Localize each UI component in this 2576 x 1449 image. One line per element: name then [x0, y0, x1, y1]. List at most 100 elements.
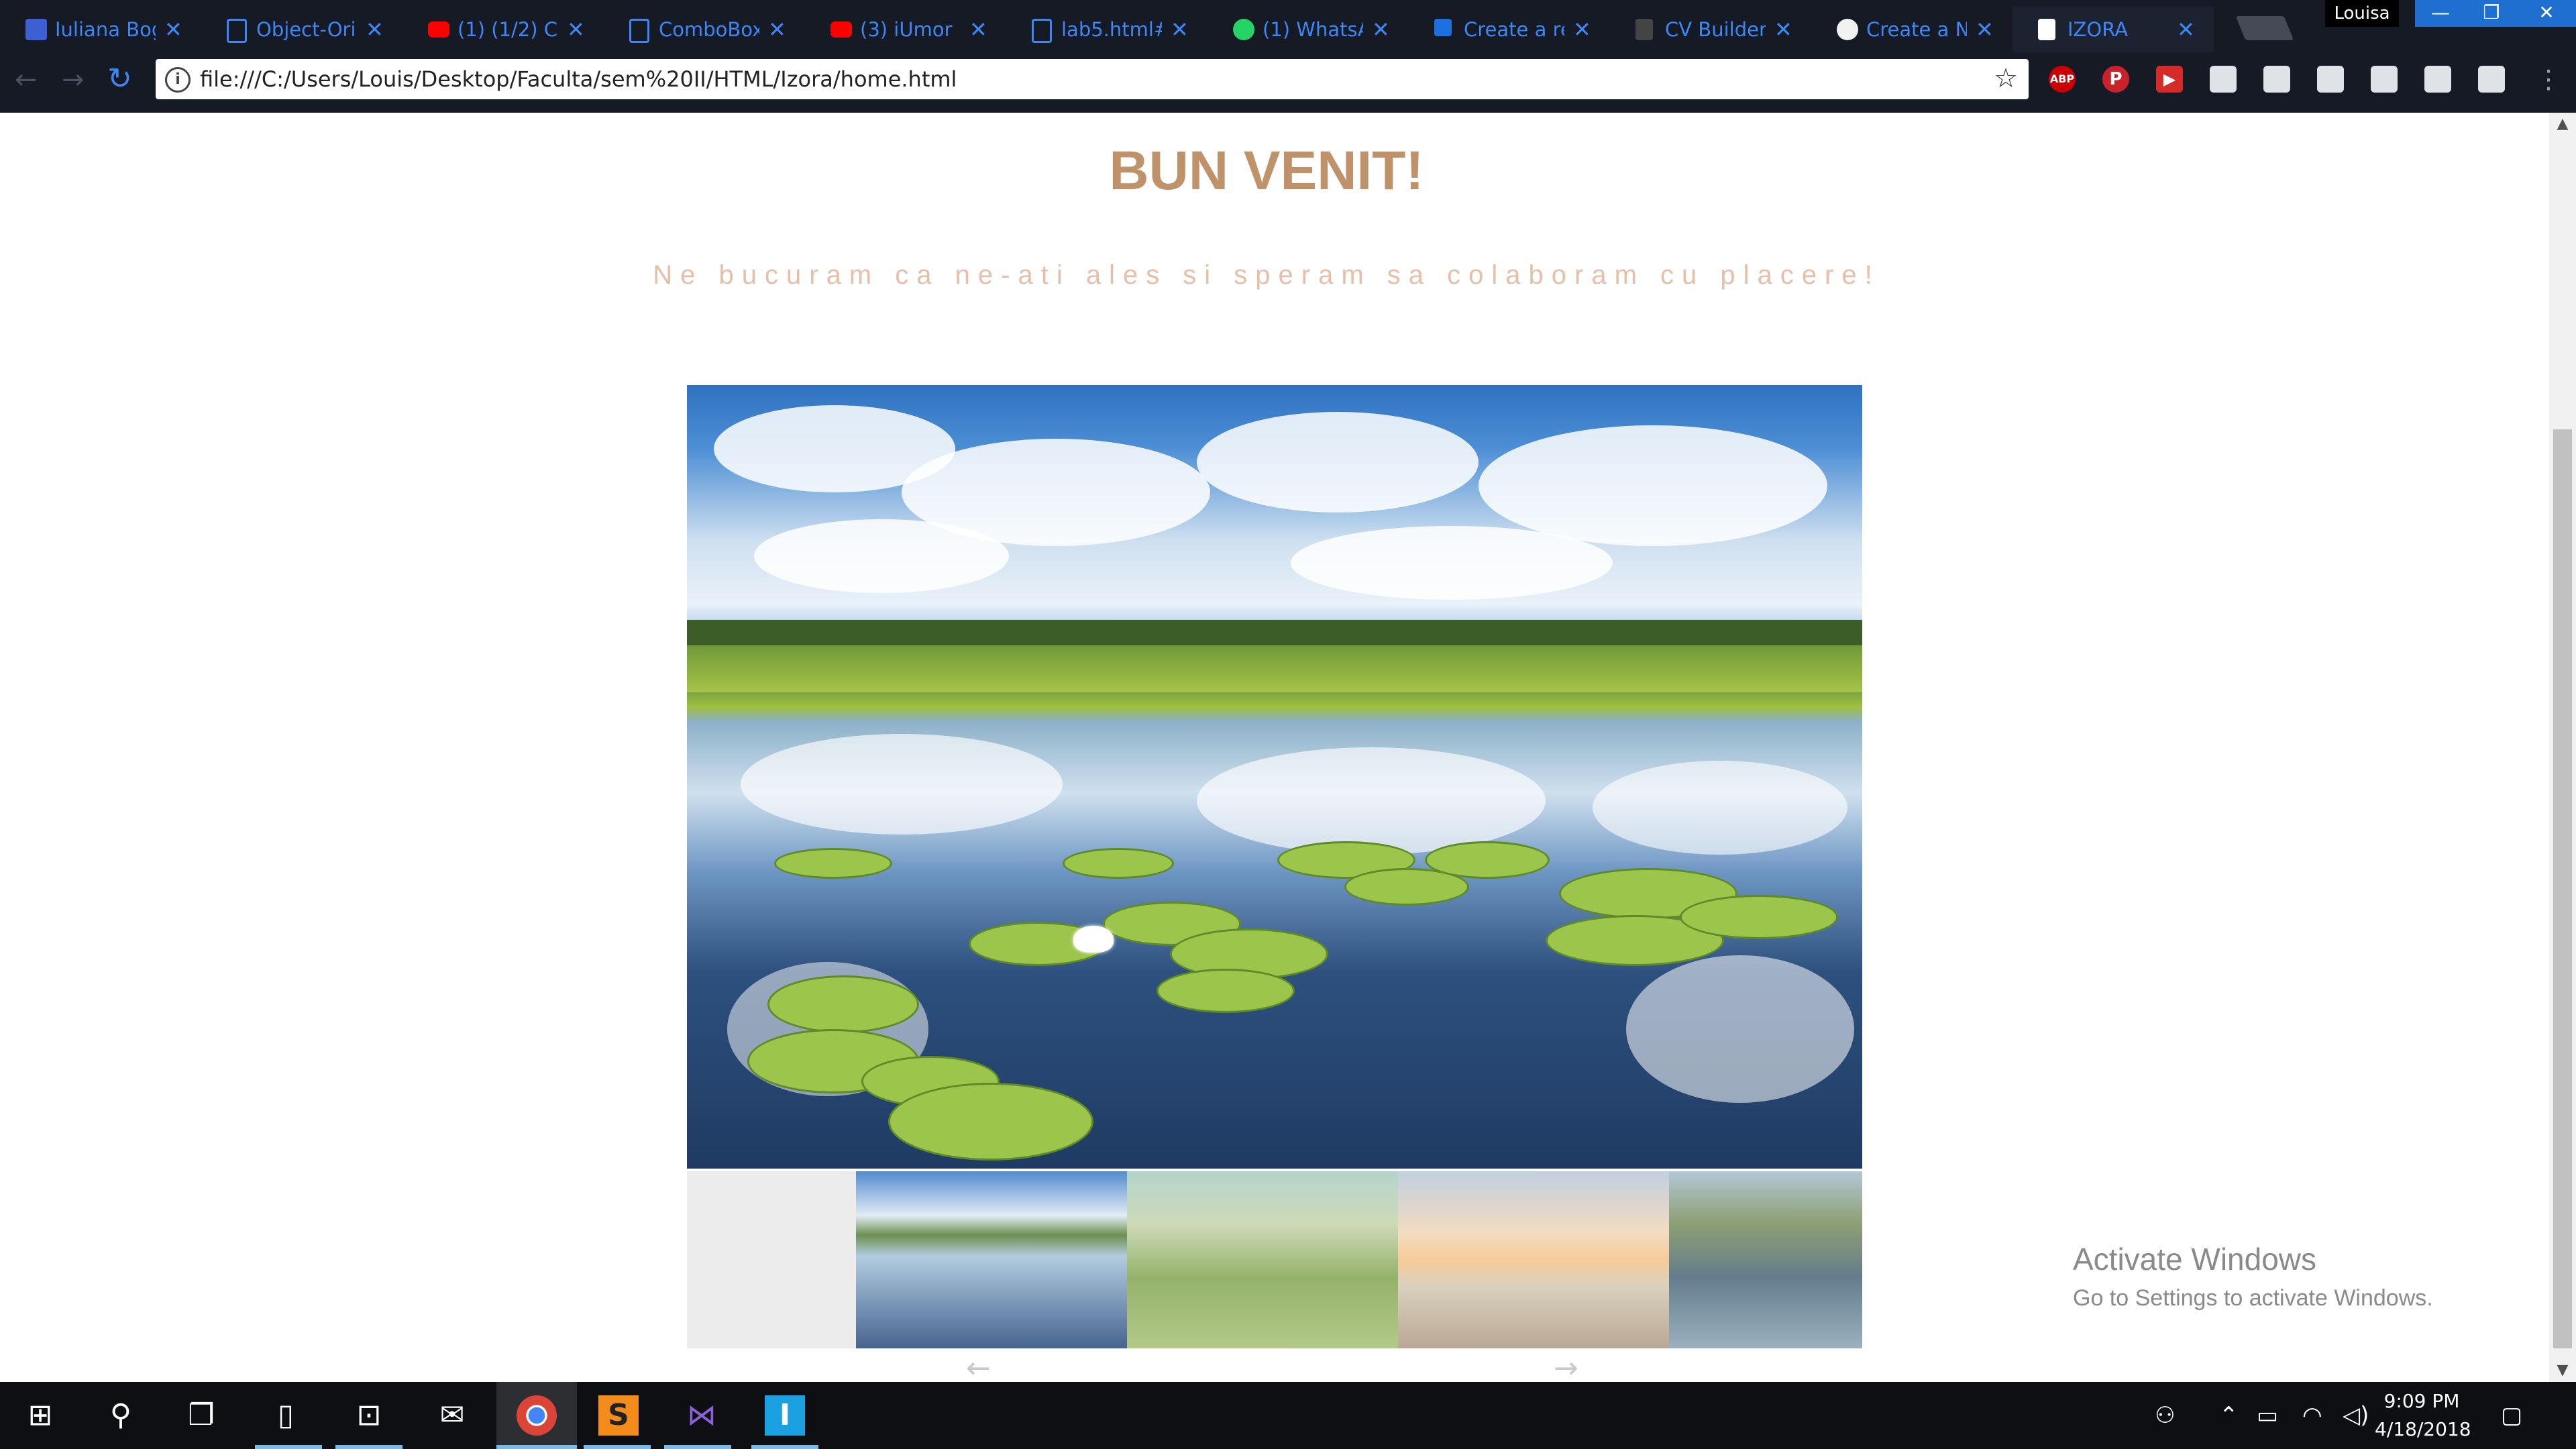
address-row: ← → ↻ i file:///C:/Users/Louis/Desktop/F… [0, 52, 2576, 113]
extension-icon[interactable] [2210, 66, 2237, 93]
minimize-icon[interactable]: — [2415, 0, 2466, 27]
close-icon[interactable]: ✕ [1171, 7, 1189, 52]
scroll-up-icon[interactable]: ▲ [2553, 115, 2572, 132]
wifi-icon[interactable]: ◠ [2302, 1382, 2322, 1449]
extension-icon[interactable] [2478, 66, 2505, 93]
url-text[interactable]: file:///C:/Users/Louis/Desktop/Faculta/s… [200, 59, 957, 99]
volume-icon[interactable]: ◁) [2343, 1382, 2369, 1449]
prev-arrow[interactable]: ← [966, 1351, 991, 1382]
extension-icon[interactable] [2317, 66, 2344, 93]
intellij-icon[interactable]: I [765, 1395, 805, 1436]
tab-create-re[interactable]: Create a re ✕ [1409, 7, 1610, 52]
mail-icon[interactable]: ✉ [432, 1395, 472, 1436]
close-icon[interactable]: ✕ [164, 7, 182, 52]
scroll-down-icon[interactable]: ▼ [2553, 1362, 2572, 1379]
task-view-icon[interactable]: ❐ [181, 1395, 221, 1436]
activate-windows-subtitle: Go to Settings to activate Windows. [2073, 1285, 2433, 1311]
close-window-icon[interactable]: ✕ [2517, 0, 2576, 27]
windows-start-icon[interactable]: ⊞ [20, 1395, 60, 1436]
water-lily [1073, 926, 1114, 953]
tab-youtube-2[interactable]: (3) iUmor ✕ [805, 7, 1006, 52]
tab-object-oriented[interactable]: Object-Ori ✕ [201, 7, 402, 52]
back-icon[interactable]: ← [15, 64, 38, 95]
tab-lab5[interactable]: lab5.html# ✕ [1006, 7, 1208, 52]
whatsapp-icon [1233, 19, 1254, 40]
page-viewport: BUN VENIT! Ne bucuram ca ne-ati ales si … [0, 113, 2549, 1382]
tab-title: Create a re [1464, 18, 1564, 41]
tab-title: IZORA [2068, 18, 2129, 41]
file-icon[interactable]: ▯ [266, 1395, 306, 1436]
github-icon [1837, 19, 1858, 40]
restore-icon[interactable]: ❐ [2466, 0, 2517, 27]
taskbar-indicator [664, 1445, 731, 1449]
close-icon[interactable]: ✕ [969, 7, 987, 52]
thumbnail-boat-wake[interactable] [1669, 1171, 1862, 1348]
pinterest-icon[interactable]: P [2102, 66, 2129, 93]
thumbnail-lake[interactable] [856, 1171, 1127, 1348]
address-bar[interactable]: i file:///C:/Users/Louis/Desktop/Faculta… [156, 59, 2029, 99]
people-icon[interactable]: ⚇ [2155, 1382, 2175, 1449]
tab-create-n[interactable]: Create a N ✕ [1811, 7, 2012, 52]
tab-title: Iuliana Bog [55, 18, 156, 41]
tab-title: (3) iUmor [860, 18, 953, 41]
youtube-icon [830, 21, 852, 38]
extension-icon[interactable] [2371, 66, 2398, 93]
chevron-up-icon[interactable]: ⌃ [2219, 1382, 2239, 1449]
taskbar-clock[interactable]: 9:09 PM 4/18/2018 [2375, 1387, 2471, 1444]
tab-izora[interactable]: IZORA ✕ [2012, 7, 2214, 52]
clock-time: 9:09 PM [2383, 1390, 2460, 1412]
tab-title: (1) (1/2) C [458, 18, 558, 41]
menu-kebab-icon[interactable]: ⋮ [2536, 64, 2561, 94]
adblock-icon[interactable]: ABP [2049, 66, 2076, 93]
tab-title: Create a N [1866, 18, 1967, 41]
clock-date: 4/18/2018 [2375, 1418, 2471, 1440]
tab-iuliana[interactable]: Iuliana Bog ✕ [0, 7, 201, 52]
tab-title: CV Builder [1665, 18, 1766, 41]
thumbnail-sunset-pier[interactable] [1398, 1171, 1669, 1348]
close-icon[interactable]: ✕ [1573, 7, 1591, 52]
info-icon[interactable]: i [165, 67, 191, 93]
close-icon[interactable]: ✕ [366, 7, 384, 52]
next-arrow[interactable]: → [1554, 1351, 1578, 1382]
close-icon[interactable]: ✕ [1372, 7, 1390, 52]
tab-whatsapp[interactable]: (1) WhatsA ✕ [1208, 7, 1409, 52]
bookmark-star-icon[interactable]: ☆ [1994, 63, 2018, 94]
battery-icon[interactable]: ▭ [2257, 1382, 2278, 1449]
tab-title: (1) WhatsA [1263, 18, 1363, 41]
cv-builder-icon [1635, 19, 1653, 40]
close-icon[interactable]: ✕ [1774, 7, 1792, 52]
close-icon[interactable]: ✕ [1976, 7, 1994, 52]
taskbar-indicator [496, 1445, 577, 1449]
taskbar-indicator [584, 1445, 651, 1449]
reader-extension-icon[interactable] [2263, 66, 2290, 93]
tab-cv-builder[interactable]: CV Builder ✕ [1610, 7, 1811, 52]
hero-image [687, 385, 1862, 1169]
new-tab-button[interactable] [2235, 16, 2294, 40]
media-extension-icon[interactable]: ▶ [2156, 66, 2183, 93]
taskbar-indicator [751, 1445, 818, 1449]
thumbnail-strip [687, 1171, 1862, 1348]
thumbnail-birds[interactable] [1127, 1171, 1398, 1348]
youtube-icon [428, 21, 449, 38]
create-icon [1434, 19, 1452, 36]
tab-youtube-1[interactable]: (1) (1/2) C ✕ [402, 7, 604, 52]
search-icon[interactable]: ⚲ [101, 1395, 141, 1436]
close-icon[interactable]: ✕ [567, 7, 585, 52]
page-subtitle: Ne bucuram ca ne-ati ales si speram sa c… [653, 260, 1880, 290]
visual-studio-icon[interactable]: ⋈ [682, 1395, 722, 1436]
tab-title: ComboBox [659, 18, 759, 41]
close-icon[interactable]: ✕ [768, 7, 786, 52]
chrome-icon[interactable] [517, 1395, 557, 1436]
forward-icon[interactable]: → [62, 64, 85, 95]
sublime-text-icon[interactable]: S [598, 1395, 639, 1436]
store-icon[interactable]: ⊡ [349, 1395, 389, 1436]
extension-icon[interactable] [2424, 66, 2451, 93]
reload-icon[interactable]: ↻ [107, 62, 132, 96]
close-icon[interactable]: ✕ [2177, 7, 2195, 52]
tab-combobox[interactable]: ComboBox ✕ [604, 7, 805, 52]
tab-title: Object-Ori [256, 18, 356, 41]
action-center-icon[interactable]: ▢ [2501, 1382, 2522, 1449]
profile-button[interactable]: Louisa [2325, 0, 2399, 27]
scrollbar-thumb[interactable] [2553, 429, 2572, 1348]
document-icon [227, 19, 247, 43]
